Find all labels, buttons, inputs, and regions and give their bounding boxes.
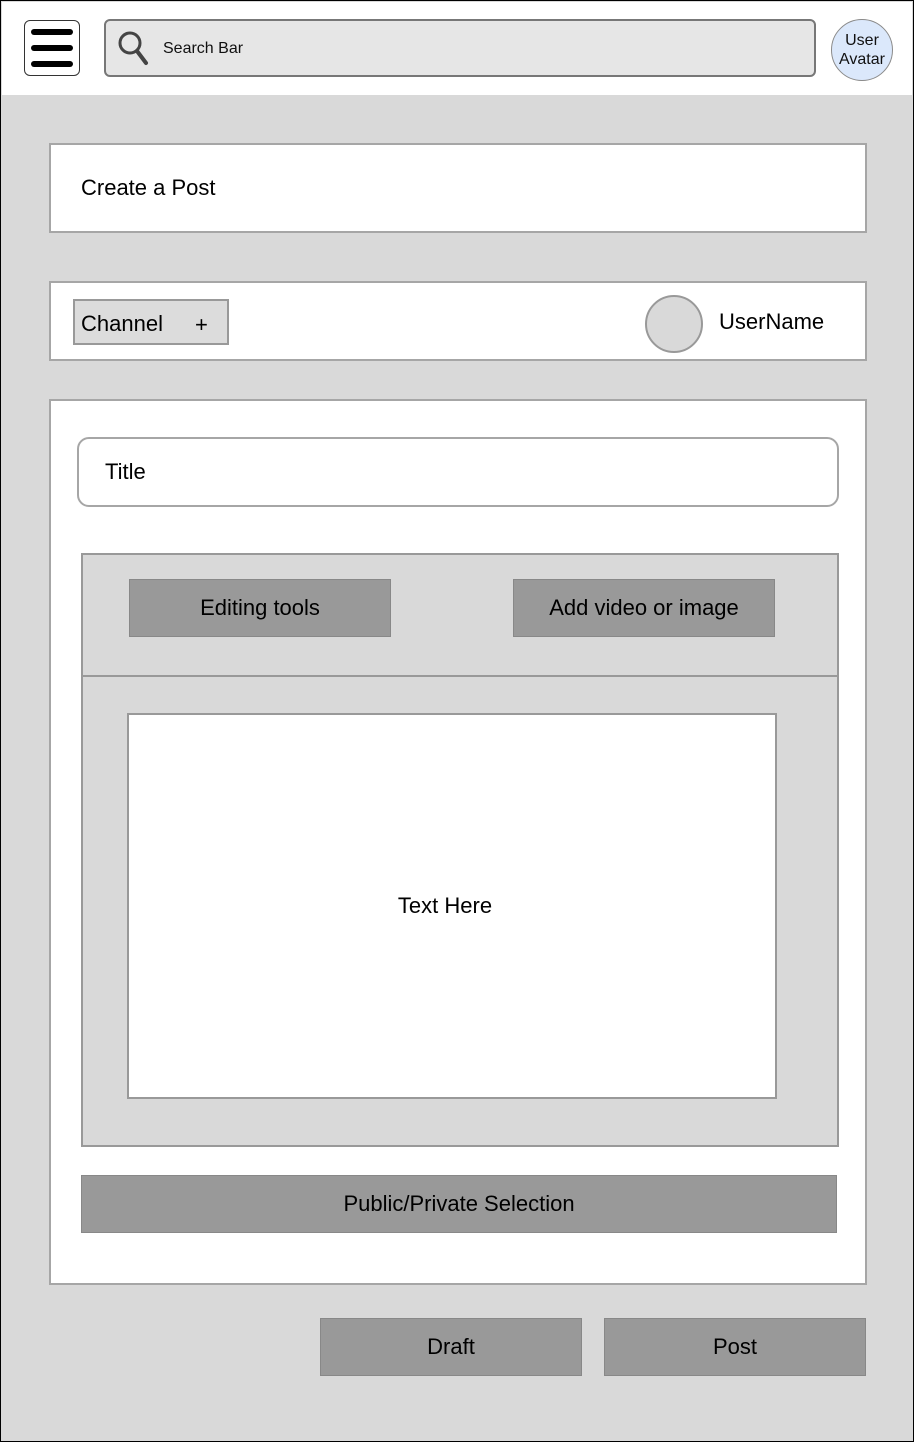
hamburger-menu-icon <box>31 45 73 51</box>
search-input[interactable]: Search Bar <box>104 19 816 77</box>
editing-tools-button[interactable]: Editing tools <box>129 579 391 637</box>
visibility-select[interactable]: Public/Private Selection <box>81 1175 837 1233</box>
title-input[interactable]: Title <box>77 437 839 507</box>
avatar-label-line2: Avatar <box>839 51 885 68</box>
search-icon <box>118 31 148 65</box>
top-bar: Search Bar User Avatar <box>2 2 912 95</box>
page-title-panel: Create a Post <box>49 143 867 233</box>
add-channel-icon: + <box>195 312 208 337</box>
post-body-textarea[interactable]: Text Here <box>127 713 777 1099</box>
toolbar-divider <box>83 675 837 677</box>
app-frame: Search Bar User Avatar Create a Post Cha… <box>0 0 914 1442</box>
username: UserName <box>719 309 825 334</box>
hamburger-menu-icon <box>31 61 73 67</box>
post-editor-panel: Title Editing tools Add video or image T… <box>49 399 867 1285</box>
menu-button[interactable] <box>24 20 80 76</box>
post-button[interactable]: Post <box>604 1318 866 1376</box>
body-placeholder: Text Here <box>397 893 493 918</box>
user-avatar[interactable]: User Avatar <box>831 19 893 81</box>
hamburger-menu-icon <box>31 29 73 35</box>
draft-button[interactable]: Draft <box>320 1318 582 1376</box>
post-meta-panel: Channel + UserName <box>49 281 867 361</box>
page-title: Create a Post <box>81 175 216 200</box>
editor-box: Editing tools Add video or image Text He… <box>81 553 839 1147</box>
channel-select-button[interactable]: Channel + <box>73 299 229 345</box>
user-avatar-small <box>645 295 703 353</box>
search-placeholder: Search Bar <box>163 40 244 57</box>
channel-label: Channel <box>81 311 163 336</box>
avatar-label-line1: User <box>845 32 879 49</box>
add-media-button[interactable]: Add video or image <box>513 579 775 637</box>
title-placeholder: Title <box>105 459 146 484</box>
